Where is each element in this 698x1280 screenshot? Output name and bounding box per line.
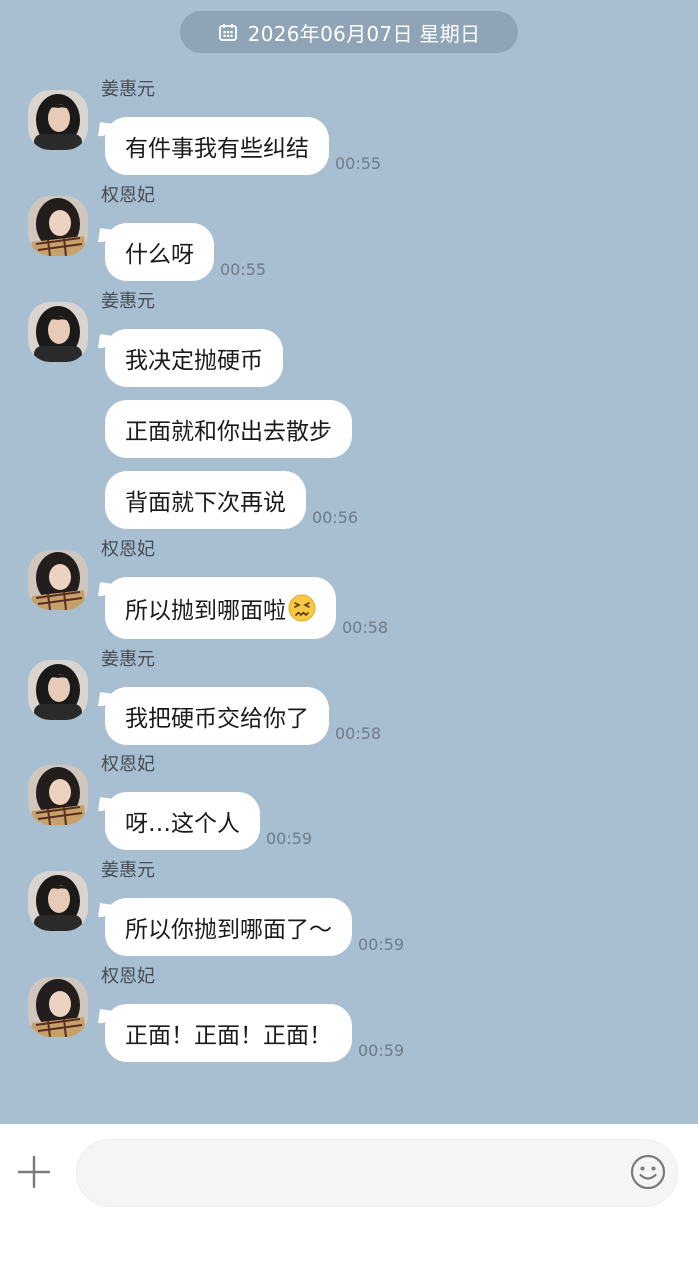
avatar-jiang-huiyuan[interactable] [28,90,88,150]
message-bubble[interactable]: 所以抛到哪面啦 [105,577,336,639]
smiley-icon[interactable] [628,1152,668,1192]
message-row: 正面！正面！正面！ 00:59 [105,1004,404,1062]
avatar-jiang-huiyuan[interactable] [28,871,88,931]
sender-name: 姜惠元 [101,649,155,670]
message-bubble[interactable]: 正面！正面！正面！ [105,1004,352,1062]
message-row: 我决定抛硬币 [105,329,283,387]
message-bubble[interactable]: 所以你抛到哪面了～ [105,898,352,956]
message-time: 00:58 [335,724,382,743]
message-input[interactable] [76,1139,678,1207]
message-bubble[interactable]: 呀…这个人 [105,792,260,850]
sender-name: 权恩妃 [101,966,155,987]
sender-name: 权恩妃 [101,754,155,775]
message-time: 00:56 [312,508,359,527]
avatar-jiang-huiyuan[interactable] [28,660,88,720]
date-divider: 2026年06月07日 星期日 [180,11,518,53]
avatar-quan-enfei[interactable] [28,550,88,610]
sender-name: 姜惠元 [101,79,155,100]
message-time: 00:55 [220,260,267,279]
message-time: 00:58 [342,618,389,637]
message-row: 所以抛到哪面啦 00:58 [105,577,388,639]
calendar-icon [218,22,238,42]
plus-icon[interactable] [14,1152,54,1192]
message-row: 背面就下次再说 00:56 [105,471,358,529]
message-time: 00:59 [358,1041,405,1060]
sender-name: 权恩妃 [101,185,155,206]
message-row: 呀…这个人 00:59 [105,792,312,850]
message-time: 00:59 [266,829,313,848]
message-time: 00:55 [335,154,382,173]
input-bar [0,1124,698,1280]
message-row: 有件事我有些纠结 00:55 [105,117,381,175]
avatar-quan-enfei[interactable] [28,765,88,825]
message-row: 什么呀 00:55 [105,223,266,281]
avatar-quan-enfei[interactable] [28,977,88,1037]
date-label: 2026年06月07日 星期日 [247,21,481,46]
message-row: 正面就和你出去散步 [105,400,352,458]
sender-name: 姜惠元 [101,291,155,312]
avatar-quan-enfei[interactable] [28,196,88,256]
message-row: 我把硬币交给你了 00:58 [105,687,381,745]
message-bubble[interactable]: 正面就和你出去散步 [105,400,352,458]
message-text: 所以抛到哪面啦 [125,598,286,624]
avatar-jiang-huiyuan[interactable] [28,302,88,362]
sender-name: 权恩妃 [101,539,155,560]
confounded-face-icon [288,594,316,622]
chat-area: 2026年06月07日 星期日 姜惠元 有件事我有些纠结 00:55 权恩妃 什… [0,0,698,1124]
message-bubble[interactable]: 什么呀 [105,223,214,281]
message-bubble[interactable]: 我把硬币交给你了 [105,687,329,745]
message-time: 00:59 [358,935,405,954]
message-bubble[interactable]: 背面就下次再说 [105,471,306,529]
message-row: 所以你抛到哪面了～ 00:59 [105,898,404,956]
message-bubble[interactable]: 有件事我有些纠结 [105,117,329,175]
sender-name: 姜惠元 [101,860,155,881]
message-bubble[interactable]: 我决定抛硬币 [105,329,283,387]
